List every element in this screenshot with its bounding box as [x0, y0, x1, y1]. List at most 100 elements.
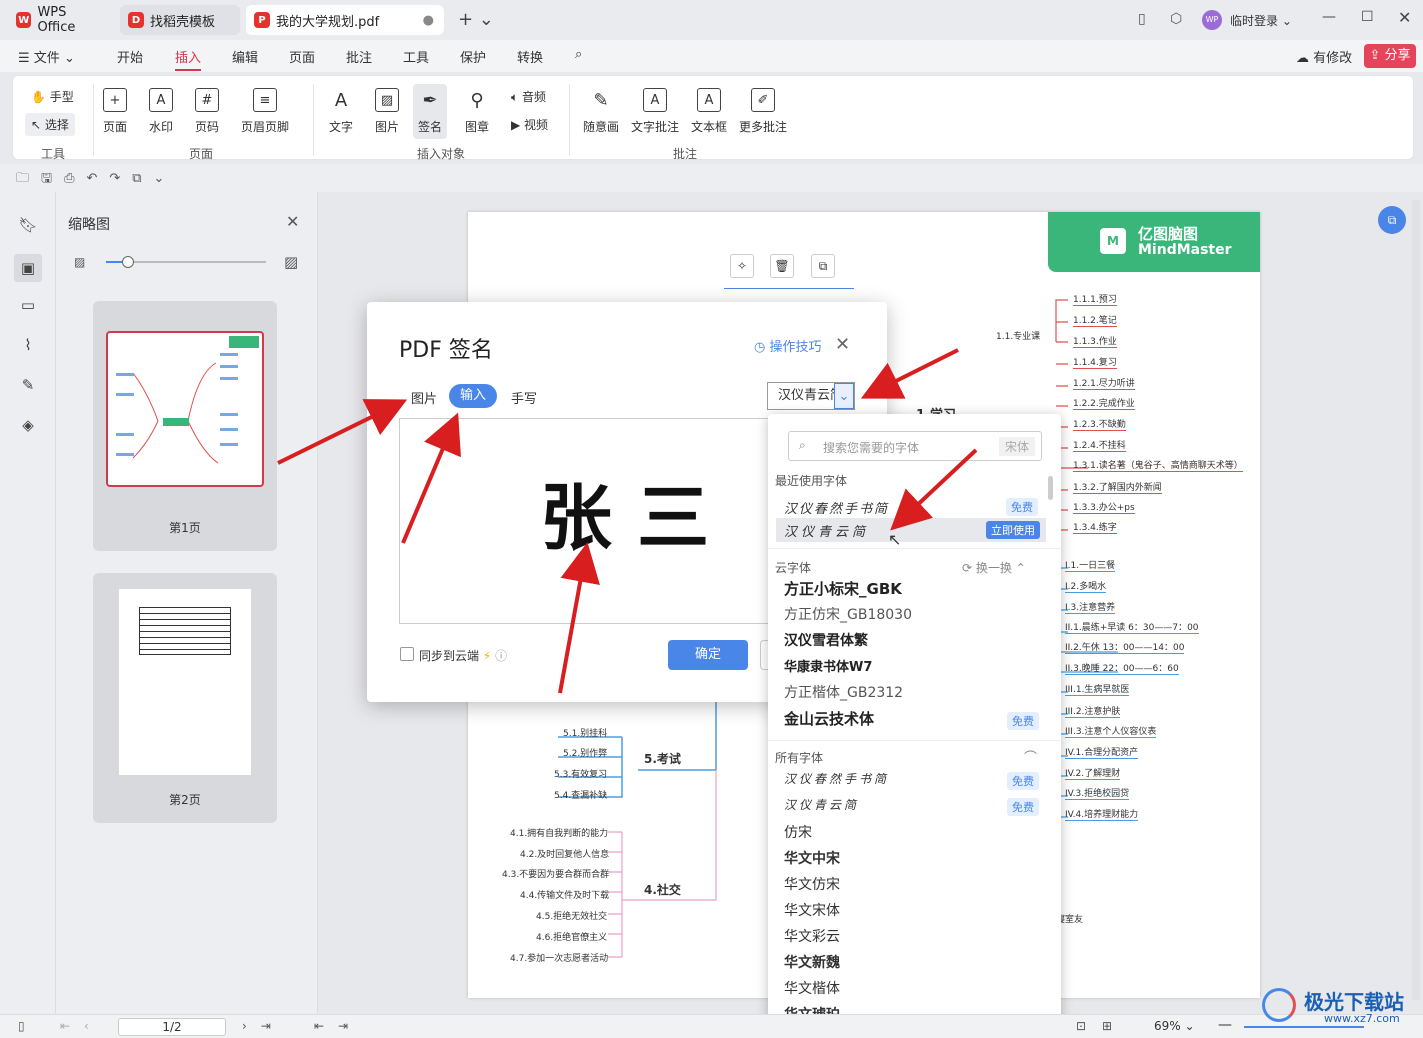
- menu-convert[interactable]: 转换: [517, 47, 543, 66]
- tab-image[interactable]: 图片: [411, 388, 437, 407]
- cloud-font-item[interactable]: 金山云技术体: [784, 708, 874, 729]
- tab-input[interactable]: 输入: [449, 384, 497, 408]
- slider-handle[interactable]: [122, 256, 134, 268]
- freehand-button[interactable]: ✎ 随意画: [583, 88, 619, 135]
- font-item[interactable]: 华文新魏: [784, 952, 840, 972]
- select-tool-button[interactable]: ↖ 选择: [25, 113, 75, 136]
- comment-icon[interactable]: ▭: [18, 296, 38, 316]
- small-image-icon[interactable]: ▨: [74, 255, 85, 269]
- thumbnail-icon[interactable]: ▣: [14, 254, 42, 282]
- close-icon[interactable]: ✕: [1398, 8, 1411, 27]
- help-icon[interactable]: ⓘ: [495, 649, 507, 663]
- page-button[interactable]: + 页面: [103, 88, 127, 135]
- text-comment-button[interactable]: A 文字批注: [631, 88, 679, 135]
- minimize-icon[interactable]: —: [1322, 9, 1336, 25]
- tab-template[interactable]: D 找稻壳模板: [120, 5, 240, 35]
- zoom-level[interactable]: 69% ⌄: [1154, 1019, 1195, 1033]
- bookmark-icon[interactable]: 🔖︎: [18, 216, 38, 236]
- menu-protect[interactable]: 保护: [460, 47, 486, 66]
- textbox-button[interactable]: A 文本框: [691, 88, 727, 135]
- sync-checkbox[interactable]: [400, 647, 414, 661]
- page-nav-prev-icons[interactable]: ⇤‹: [60, 1019, 103, 1033]
- close-panel-icon[interactable]: ✕: [286, 212, 299, 231]
- cube-icon[interactable]: ⬡: [1170, 11, 1182, 27]
- copy-icon[interactable]: ⧉: [811, 254, 835, 278]
- menu-insert[interactable]: 插入: [175, 47, 202, 71]
- signature-input-area[interactable]: 张 三: [399, 418, 799, 624]
- cloud-font-item[interactable]: 华康隶书体W7: [784, 656, 872, 675]
- float-tool-icon[interactable]: ⧉: [1378, 206, 1406, 234]
- share-button[interactable]: ⇪ 分享: [1364, 44, 1416, 68]
- font-item[interactable]: 仿宋: [784, 822, 812, 842]
- quick-access-icons[interactable]: 🗀🖫⎙↶↷⧉⌄: [16, 169, 176, 191]
- more-comment-button[interactable]: ✐ 更多批注: [739, 88, 787, 135]
- attachment-icon[interactable]: ⌇: [18, 336, 38, 356]
- maximize-icon[interactable]: ☐: [1361, 9, 1374, 25]
- recent-font-1[interactable]: 汉仪春然手书简 免费: [776, 496, 1046, 520]
- use-now-badge[interactable]: 立即使用: [986, 521, 1040, 539]
- font-item[interactable]: 华文楷体: [784, 978, 840, 998]
- font-item[interactable]: 汉仪春然手书简: [784, 770, 889, 787]
- text-button[interactable]: A 文字: [329, 88, 353, 135]
- view-mode-icons[interactable]: ⇤⇥: [314, 1019, 362, 1033]
- tab-pdf[interactable]: P 我的大学规划.pdf ●: [246, 5, 444, 35]
- page-thumbnail-2[interactable]: 第2页: [93, 573, 277, 823]
- pin-icon[interactable]: ✧: [730, 254, 754, 278]
- cloud-font-item[interactable]: 方正楷体_GB2312: [784, 682, 903, 702]
- page-number-input[interactable]: 1/2: [118, 1018, 226, 1036]
- signature-button[interactable]: ✒ 签名: [413, 84, 448, 139]
- page-nav-next-icons[interactable]: ›⇥: [242, 1019, 285, 1033]
- font-item[interactable]: 华文仿宋: [784, 874, 840, 894]
- search-icon[interactable]: ⌕: [575, 47, 582, 62]
- font-select[interactable]: 汉仪青云简 ⌄: [767, 382, 855, 410]
- cloud-font-item[interactable]: 方正小标宋_GBK: [784, 578, 902, 599]
- zoom-out-icon[interactable]: —: [1218, 1017, 1232, 1033]
- image-button[interactable]: ▨ 图片: [375, 88, 399, 135]
- zoom-slider[interactable]: [106, 256, 266, 268]
- tips-link[interactable]: ◷ 操作技巧: [754, 336, 822, 355]
- large-image-icon[interactable]: ▨: [284, 253, 298, 271]
- vertical-scrollbar[interactable]: [1412, 200, 1420, 1000]
- font-item[interactable]: 华文彩云: [784, 926, 840, 946]
- sidebar-toggle-icon[interactable]: ▯: [18, 1019, 25, 1033]
- font-item[interactable]: 汉仪青云简: [784, 796, 859, 813]
- login-button[interactable]: 临时登录 ⌄: [1230, 12, 1292, 29]
- new-tab-icon[interactable]: + ⌄: [458, 9, 494, 30]
- refresh-button[interactable]: ⟳ 换一换 ⌃: [962, 559, 1026, 576]
- audio-button[interactable]: 🔈︎ 音频: [511, 88, 546, 105]
- cloud-font-item[interactable]: 方正仿宋_GB18030: [784, 604, 912, 624]
- cloud-font-item[interactable]: 汉仪雪君体繁: [784, 630, 868, 650]
- tab-handwrite[interactable]: 手写: [511, 388, 537, 407]
- layers-icon[interactable]: ◈: [18, 416, 38, 436]
- menu-edit[interactable]: 编辑: [232, 47, 258, 66]
- menu-page[interactable]: 页面: [289, 47, 315, 66]
- page-thumbnail-1[interactable]: 第1页: [93, 301, 277, 551]
- menu-file[interactable]: ☰ 文件 ⌄: [18, 47, 75, 66]
- font-search-input[interactable]: ⌕ 搜索您需要的字体 宋体: [788, 431, 1042, 461]
- stamp-button[interactable]: ⚲ 图章: [465, 88, 489, 135]
- tab-dot-icon[interactable]: ●: [423, 13, 434, 28]
- font-item[interactable]: 华文中宋: [784, 848, 840, 868]
- fit-icons[interactable]: ⊡⊞: [1076, 1019, 1128, 1033]
- watermark-button[interactable]: A 水印: [149, 88, 173, 135]
- font-item[interactable]: 华文宋体: [784, 900, 840, 920]
- tab-wps-office[interactable]: W WPS Office: [8, 5, 114, 35]
- hand-tool-button[interactable]: ✋ 手型: [31, 88, 74, 105]
- delete-icon[interactable]: 🗑︎: [770, 254, 794, 278]
- dialog-close-icon[interactable]: ✕: [835, 334, 850, 355]
- confirm-button[interactable]: 确定: [668, 640, 748, 670]
- menu-home[interactable]: 开始: [117, 47, 143, 66]
- signature-selection[interactable]: [724, 288, 854, 302]
- menu-comment[interactable]: 批注: [346, 47, 372, 66]
- dropdown-scrollbar[interactable]: [1048, 476, 1053, 500]
- page-number-button[interactable]: # 页码: [195, 88, 219, 135]
- changes-button[interactable]: ☁ 有修改: [1296, 47, 1352, 66]
- recent-font-2[interactable]: 汉仪青云简 立即使用: [776, 518, 1046, 542]
- header-footer-button[interactable]: ≡ 页眉页脚: [241, 88, 289, 135]
- video-button[interactable]: ▶ 视频: [511, 116, 548, 133]
- sign-icon[interactable]: ✎: [18, 376, 38, 396]
- avatar[interactable]: WP: [1202, 10, 1222, 30]
- chevron-down-icon[interactable]: ⌄: [834, 383, 854, 409]
- collapse-icon[interactable]: ⌒: [1024, 747, 1037, 766]
- layout-icon[interactable]: ▯: [1138, 11, 1146, 27]
